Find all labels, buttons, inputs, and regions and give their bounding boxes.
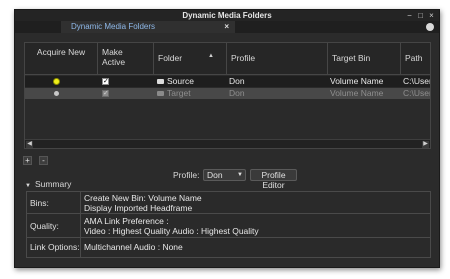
profile-select-value: Don (207, 170, 223, 180)
chevron-down-icon: ▼ (237, 172, 243, 178)
tab-label: Dynamic Media Folders (71, 22, 156, 31)
summary-values: Create New Bin: Volume Name Display Impo… (84, 193, 202, 213)
acquire-radio-unselected[interactable] (54, 91, 59, 96)
table-row[interactable]: ✓ Source Don Volume Name C:\Users\ (25, 76, 430, 87)
summary-line: AMA Link Preference : (84, 216, 169, 226)
table-header: Acquire New Make Active Folder ▲ Profile… (25, 43, 430, 75)
target-bin-cell: Volume Name (330, 88, 384, 98)
column-label: Path (405, 53, 423, 63)
summary-row-link-options: Link Options: Multichannel Audio : None (27, 238, 430, 257)
acquire-new-cell[interactable] (25, 88, 98, 99)
make-active-checkbox[interactable]: ✓ (102, 78, 109, 85)
column-label: Make Active (102, 47, 126, 67)
folder-cell: Target (154, 88, 227, 99)
column-header-acquire-new[interactable]: Acquire New (25, 43, 98, 75)
column-header-path[interactable]: Path (401, 43, 430, 75)
summary-label: Quality: (27, 214, 81, 237)
tab-close-icon[interactable]: × (224, 21, 229, 33)
summary-line: Video : Highest Quality Audio : Highest … (84, 226, 259, 236)
column-label: Acquire New (36, 47, 86, 57)
summary-values: AMA Link Preference : Video : Highest Qu… (84, 216, 259, 236)
circle-menu-icon[interactable] (426, 23, 434, 31)
folder-icon (157, 91, 164, 96)
profile-select[interactable]: Don ▼ (203, 169, 246, 181)
summary-row-bins: Bins: Create New Bin: Volume Name Displa… (27, 192, 430, 214)
tab-dynamic-media-folders[interactable]: Dynamic Media Folders × (61, 21, 235, 33)
acquire-new-cell[interactable] (25, 76, 98, 87)
path-cell: C:\Users\ (403, 88, 430, 98)
table-row[interactable]: ✓ Target Don Volume Name C:\Users\ (25, 88, 430, 99)
tab-bar: Dynamic Media Folders × (15, 21, 439, 33)
make-active-cell[interactable]: ✓ (98, 88, 154, 99)
summary-line: Create New Bin: Volume Name (84, 193, 202, 203)
summary-values: Multichannel Audio : None (84, 242, 183, 252)
scroll-right-arrow-icon[interactable]: ▶ (422, 141, 429, 148)
summary-label: Link Options: (27, 238, 81, 257)
minimize-button[interactable]: − (405, 11, 414, 20)
column-header-folder[interactable]: Folder ▲ (154, 43, 227, 75)
acquire-radio-selected[interactable] (53, 78, 60, 85)
folder-icon (157, 79, 164, 84)
profile-editor-button[interactable]: Profile Editor (250, 169, 297, 190)
summary-line: Display Imported Headframe (84, 203, 193, 213)
column-header-profile[interactable]: Profile (227, 43, 328, 75)
folder-name: Target (167, 88, 191, 98)
make-active-cell[interactable]: ✓ (98, 76, 154, 87)
column-label: Folder (158, 53, 183, 63)
window-title: Dynamic Media Folders (182, 11, 272, 20)
dynamic-media-folders-window: Dynamic Media Folders − □ × Dynamic Medi… (14, 9, 440, 268)
profile-cell: Don (229, 76, 245, 86)
column-label: Target Bin (332, 53, 371, 63)
close-button[interactable]: × (427, 11, 436, 20)
maximize-button[interactable]: □ (416, 11, 425, 20)
summary-line: Multichannel Audio : None (84, 242, 183, 252)
column-label: Profile (231, 53, 256, 63)
summary-label: Bins: (27, 192, 81, 213)
target-bin-cell: Volume Name (330, 76, 384, 86)
column-header-target-bin[interactable]: Target Bin (328, 43, 401, 75)
summary-row-quality: Quality: AMA Link Preference : Video : H… (27, 214, 430, 238)
horizontal-scrollbar[interactable]: ◀ ▶ (25, 139, 430, 148)
scroll-left-arrow-icon[interactable]: ◀ (26, 141, 33, 148)
sort-ascending-icon: ▲ (208, 53, 214, 59)
collapse-triangle-icon: ▼ (25, 183, 31, 189)
make-active-checkbox[interactable]: ✓ (102, 90, 109, 97)
column-header-make-active[interactable]: Make Active (98, 43, 154, 75)
folder-name: Source (167, 76, 194, 86)
folders-table: Acquire New Make Active Folder ▲ Profile… (24, 42, 431, 149)
path-cell: C:\Users\ (403, 76, 430, 86)
title-bar[interactable]: Dynamic Media Folders − □ × (15, 10, 439, 21)
summary-title: Summary (34, 179, 72, 189)
remove-folder-button[interactable]: - (39, 156, 48, 165)
profile-label: Profile: (173, 170, 200, 180)
add-folder-button[interactable]: + (23, 156, 32, 165)
folder-cell: Source (154, 76, 227, 87)
summary-table: Bins: Create New Bin: Volume Name Displa… (26, 191, 431, 258)
profile-cell: Don (229, 88, 245, 98)
